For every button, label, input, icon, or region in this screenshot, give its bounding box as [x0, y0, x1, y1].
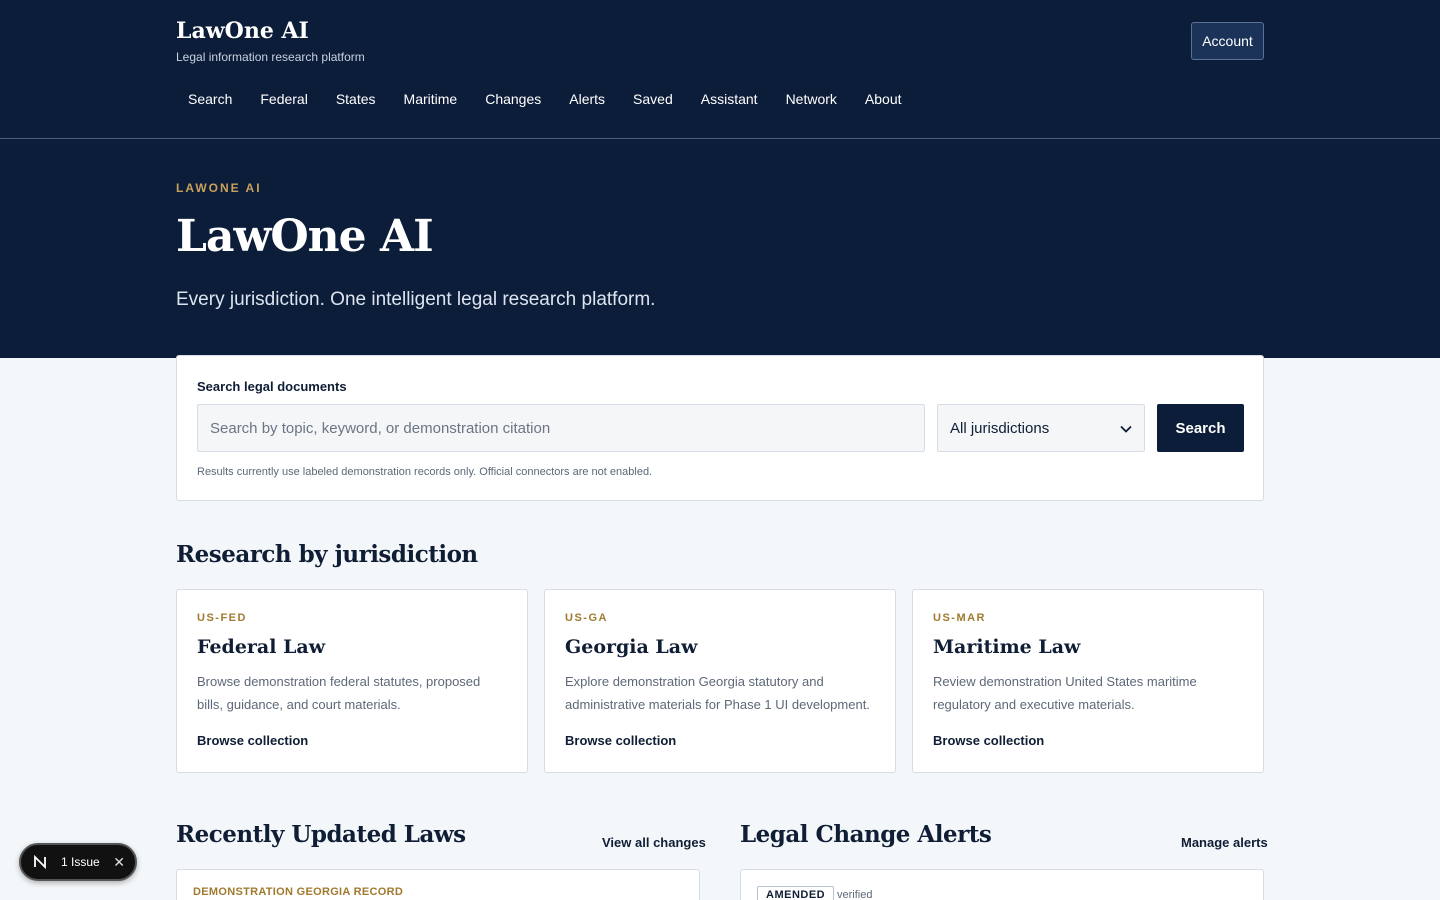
search-note: Results currently use labeled demonstrat… [197, 466, 653, 478]
recent-law-item[interactable]: DEMONSTRATION GEORGIA RECORD [176, 869, 700, 900]
brand[interactable]: LawOne AI Legal information research pla… [176, 18, 365, 64]
jurisdiction-description: Explore demonstration Georgia statutory … [565, 674, 870, 712]
nav-saved[interactable]: Saved [621, 88, 685, 110]
search-label: Search legal documents [197, 379, 347, 394]
jurisdiction-code: US-MAR [933, 612, 986, 624]
nav-about[interactable]: About [853, 88, 914, 110]
nav-assistant[interactable]: Assistant [689, 88, 770, 110]
browse-collection-link[interactable]: Browse collection [933, 733, 1044, 748]
jurisdiction-card-georgia[interactable]: US-GA Georgia Law Explore demonstration … [544, 589, 896, 773]
nav-states[interactable]: States [324, 88, 388, 110]
search-button[interactable]: Search [1157, 404, 1244, 452]
nav-alerts[interactable]: Alerts [557, 88, 617, 110]
record-label: DEMONSTRATION GEORGIA RECORD [193, 886, 404, 898]
jurisdiction-code: US-GA [565, 612, 608, 624]
browse-collection-link[interactable]: Browse collection [565, 733, 676, 748]
alerts-heading: Legal Change Alerts [740, 821, 992, 848]
site-header: LawOne AI Legal information research pla… [0, 0, 1440, 139]
status-badge: AMENDED [757, 886, 835, 900]
close-icon[interactable]: ✕ [113, 854, 125, 871]
nav-maritime[interactable]: Maritime [392, 88, 470, 110]
jurisdiction-title: Georgia Law [565, 636, 698, 658]
jurisdiction-title: Federal Law [197, 636, 326, 658]
alert-item[interactable]: AMENDED verified [740, 869, 1264, 900]
jurisdiction-title: Maritime Law [933, 636, 1081, 658]
search-input[interactable] [197, 404, 925, 452]
jurisdictions-heading: Research by jurisdiction [176, 541, 478, 568]
jurisdiction-card-federal[interactable]: US-FED Federal Law Browse demonstration … [176, 589, 528, 773]
recent-laws-heading: Recently Updated Laws [176, 821, 466, 848]
nav-changes[interactable]: Changes [473, 88, 553, 110]
chevron-down-icon [1120, 420, 1132, 437]
brand-subtitle: Legal information research platform [176, 50, 365, 64]
nav-network[interactable]: Network [774, 88, 849, 110]
nav-federal[interactable]: Federal [248, 88, 319, 110]
issue-count[interactable]: 1 Issue [61, 855, 100, 869]
jurisdiction-description: Browse demonstration federal statutes, p… [197, 674, 481, 712]
jurisdiction-description: Review demonstration United States marit… [933, 674, 1197, 712]
n-logo-icon [31, 853, 49, 871]
jurisdiction-code: US-FED [197, 612, 247, 624]
hero-subtitle: Every jurisdiction. One intelligent lega… [176, 289, 656, 310]
main-nav: Search Federal States Maritime Changes A… [176, 88, 918, 110]
search-card: Search legal documents All jurisdictions… [176, 355, 1264, 501]
verification-status: verified [837, 889, 873, 900]
hero: LAWONE AI LawOne AI Every jurisdiction. … [0, 139, 1440, 358]
hero-title: LawOne AI [176, 211, 434, 262]
account-button[interactable]: Account [1191, 22, 1264, 60]
dev-issues-pill[interactable]: 1 Issue ✕ [19, 843, 137, 881]
jurisdiction-selected-value: All jurisdictions [950, 419, 1050, 437]
jurisdiction-select[interactable]: All jurisdictions [937, 404, 1145, 452]
nav-search[interactable]: Search [176, 88, 244, 110]
manage-alerts-link[interactable]: Manage alerts [1181, 835, 1268, 850]
brand-title[interactable]: LawOne AI [176, 18, 365, 44]
view-all-changes-link[interactable]: View all changes [602, 835, 706, 850]
hero-eyebrow: LAWONE AI [176, 181, 262, 195]
browse-collection-link[interactable]: Browse collection [197, 733, 308, 748]
jurisdiction-card-maritime[interactable]: US-MAR Maritime Law Review demonstration… [912, 589, 1264, 773]
